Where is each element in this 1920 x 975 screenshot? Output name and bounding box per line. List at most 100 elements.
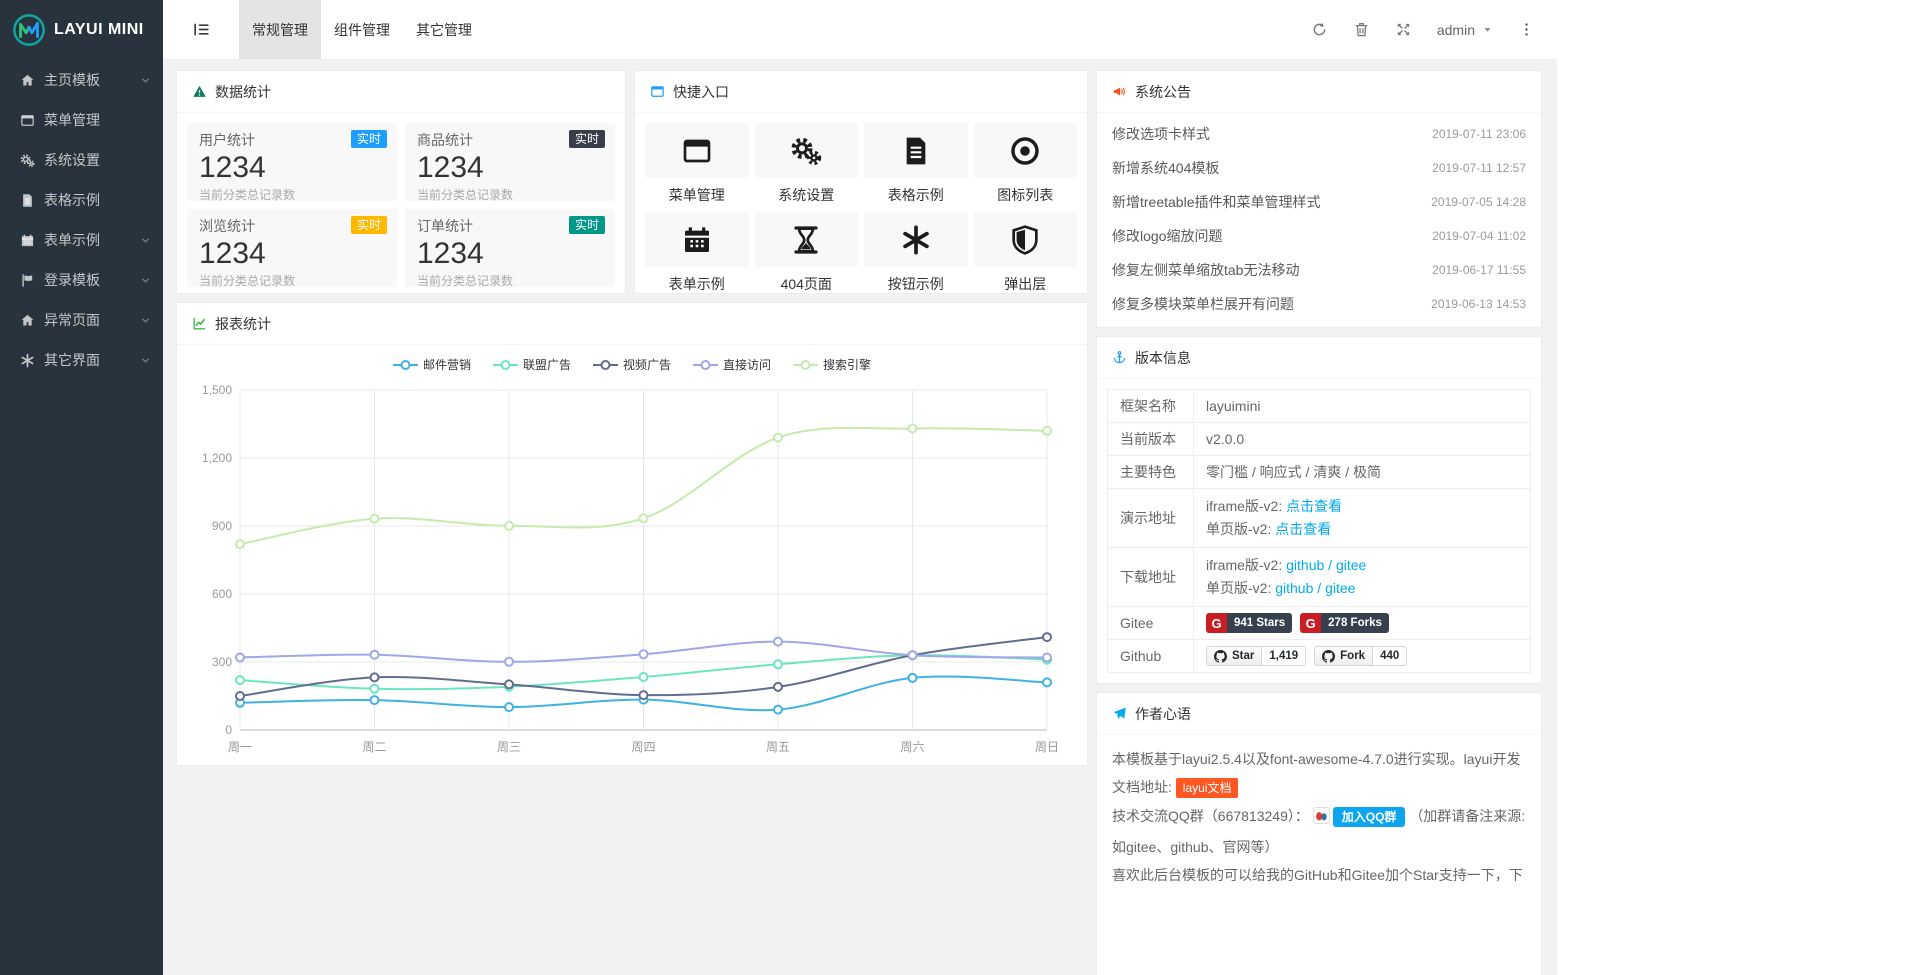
stat-box: 浏览统计实时1234当前分类总记录数 [187,209,397,287]
header-actions: admin [1299,0,1557,59]
sidebar-menu: 主页模板菜单管理系统设置表格示例表单示例登录模板异常页面其它界面 [0,60,163,380]
nav-tabs: 常规管理组件管理其它管理 [239,0,485,59]
announcement-item[interactable]: 新增系统404模板2019-07-11 12:57 [1112,151,1526,185]
quick-entry-item[interactable]: 菜单管理 [645,123,749,208]
announcement-date: 2019-07-11 12:57 [1432,161,1526,175]
gitee-badge[interactable]: G278 Forks [1300,613,1389,633]
quick-entry-item[interactable]: 404页面 [755,212,859,297]
flag-icon [19,272,35,288]
menu-fold-button[interactable] [163,0,239,59]
quick-entry-item[interactable]: 系统设置 [755,123,859,208]
github-badge[interactable]: Star1,419 [1206,646,1306,666]
announcement-item[interactable]: 新增treetable插件和菜单管理样式2019-07-05 14:28 [1112,185,1526,219]
legend-marker-icon [393,359,418,371]
version-link-line: 单页版-v2: github / gitee [1206,577,1518,600]
quick-entry-item[interactable]: 表单示例 [645,212,749,297]
announcement-item[interactable]: 修复多模块菜单栏展开有问题2019-06-13 14:53 [1112,287,1526,321]
version-link-line: 单页版-v2: 点击查看 [1206,518,1518,541]
version-link[interactable]: gitee [1325,580,1355,596]
gitee-badge-label: 941 Stars [1227,613,1292,633]
announcement-item[interactable]: 修改选项卡样式2019-07-11 23:06 [1112,117,1526,151]
version-link[interactable]: 点击查看 [1275,521,1331,537]
github-badge[interactable]: Fork440 [1314,646,1407,666]
refresh-button[interactable] [1299,0,1341,59]
legend-item[interactable]: 邮件营销 [393,356,471,373]
legend-label: 联盟广告 [523,356,571,373]
calendar-icon [19,232,35,248]
sidebar-item-label: 系统设置 [44,150,100,170]
refresh-icon [1311,21,1328,38]
stat-badge: 实时 [569,216,605,234]
report-chart-svg: 03006009001,2001,500周一周二周三周四周五周六周日 [192,375,1072,760]
nav-tab[interactable]: 其它管理 [403,0,485,59]
quick-entry-item[interactable]: 弹出层 [974,212,1078,297]
quick-entry-item[interactable]: 表格示例 [864,123,968,208]
caret-down-icon [1482,24,1493,35]
join-qq-badge[interactable]: 加入QQ群 [1333,807,1406,827]
version-link[interactable]: github [1286,557,1324,573]
chevron-down-icon [140,75,151,86]
announcement-date: 2019-07-11 23:06 [1432,127,1526,141]
announcements-card: 系统公告 修改选项卡样式2019-07-11 23:06新增系统404模板201… [1096,70,1542,328]
legend-marker-icon [593,359,618,371]
svg-text:1,200: 1,200 [202,451,232,465]
github-badge-count: 440 [1373,646,1407,666]
version-row: GiteeG941 StarsG278 Forks [1108,607,1531,640]
stat-caption: 当前分类总记录数 [417,272,603,289]
fullscreen-button[interactable] [1383,0,1425,59]
version-link[interactable]: gitee [1336,557,1366,573]
sidebar-item[interactable]: 其它界面 [0,340,163,380]
user-menu[interactable]: admin [1425,0,1505,59]
chevron-down-icon [140,315,151,326]
svg-text:周二: 周二 [362,740,386,754]
legend-item[interactable]: 视频广告 [593,356,671,373]
sidebar-item[interactable]: 菜单管理 [0,100,163,140]
announcement-list: 修改选项卡样式2019-07-11 23:06新增系统404模板2019-07-… [1097,113,1541,327]
stat-value: 1234 [417,237,603,271]
home-icon [19,72,35,88]
legend-item[interactable]: 搜索引擎 [793,356,871,373]
gitee-badge[interactable]: G941 Stars [1206,613,1292,633]
svg-text:0: 0 [225,723,232,737]
version-row: 下载地址iframe版-v2: github / gitee单页版-v2: gi… [1108,548,1531,607]
gears-icon [755,123,859,178]
author-card: 作者心语 本模板基于layui2.5.4以及font-awesome-4.7.0… [1096,692,1542,975]
announcement-item[interactable]: 修复左侧菜单缩放tab无法移动2019-06-17 11:55 [1112,253,1526,287]
quick-entry-item[interactable]: 按钮示例 [864,212,968,297]
sidebar-item[interactable]: 登录模板 [0,260,163,300]
stats-grid: 用户统计实时1234当前分类总记录数商品统计实时1234当前分类总记录数浏览统计… [177,113,625,297]
gears-icon [19,152,35,168]
legend-item[interactable]: 联盟广告 [493,356,571,373]
sidebar-item[interactable]: 表格示例 [0,180,163,220]
version-row: 框架名称layuimini [1108,390,1531,423]
more-menu-button[interactable] [1505,0,1547,59]
version-row-label: 当前版本 [1108,423,1194,456]
layui-docs-badge[interactable]: layui文档 [1176,778,1239,798]
logo[interactable]: LAYUI MINI [0,0,163,60]
gitee-badge-label: 278 Forks [1321,613,1389,633]
menu-fold-icon [192,20,211,39]
nav-tab[interactable]: 常规管理 [239,0,321,59]
window-icon [645,123,749,178]
quick-entry-label: 图标列表 [974,185,1078,205]
sidebar-item[interactable]: 主页模板 [0,60,163,100]
version-row-value: iframe版-v2: github / gitee单页版-v2: github… [1194,548,1531,607]
version-row-label: 框架名称 [1108,390,1194,423]
nav-tab[interactable]: 组件管理 [321,0,403,59]
svg-text:1,500: 1,500 [202,383,232,397]
version-link[interactable]: github [1275,580,1313,596]
sidebar-item[interactable]: 系统设置 [0,140,163,180]
announcement-item[interactable]: 修改logo缩放问题2019-07-04 11:02 [1112,219,1526,253]
quick-entry-grid: 菜单管理系统设置表格示例图标列表表单示例404页面按钮示例弹出层 [635,113,1087,307]
anchor-icon [1112,350,1127,365]
qq-group-icon [1313,805,1330,833]
sidebar-item[interactable]: 表单示例 [0,220,163,260]
clear-cache-button[interactable] [1341,0,1383,59]
version-row-label: Github [1108,640,1194,673]
version-link[interactable]: 点击查看 [1286,498,1342,514]
sidebar-item[interactable]: 异常页面 [0,300,163,340]
legend-item[interactable]: 直接访问 [693,356,771,373]
quick-entry-item[interactable]: 图标列表 [974,123,1078,208]
hourglass-icon [755,212,859,267]
sidebar-item-label: 其它界面 [44,350,100,370]
